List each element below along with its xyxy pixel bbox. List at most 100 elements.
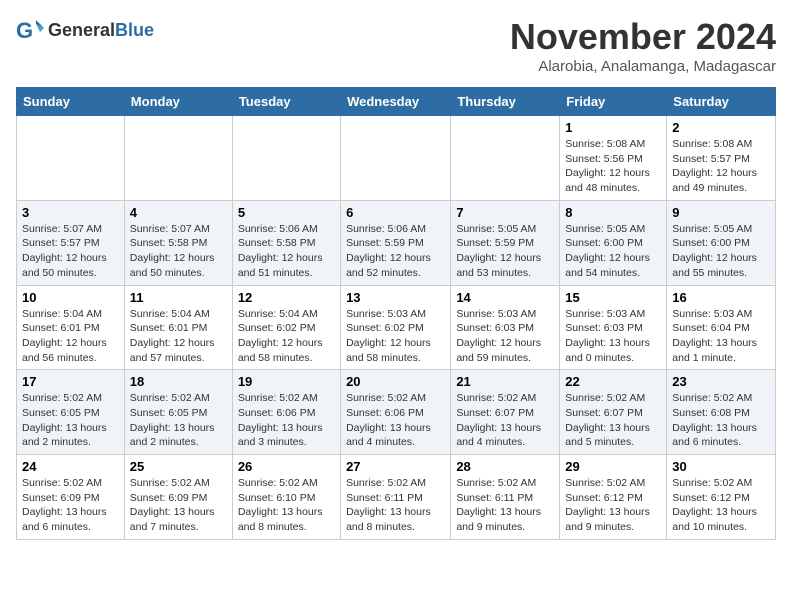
location-title: Alarobia, Analamanga, Madagascar xyxy=(510,58,776,75)
header: G GeneralBlue November 2024 Alarobia, An… xyxy=(16,16,776,75)
calendar-cell: 5Sunrise: 5:06 AM Sunset: 5:58 PM Daylig… xyxy=(232,200,340,285)
day-number: 19 xyxy=(238,374,335,389)
calendar-cell: 22 Sunrise: 5:02 AM Sunset: 6:07 PM Dayli… xyxy=(560,370,667,455)
day-info: Sunrise: 5:05 AM Sunset: 5:59 PM Dayligh… xyxy=(456,222,554,281)
calendar-cell: 17Sunrise: 5:02 AM Sunset: 6:05 PM Dayli… xyxy=(17,370,125,455)
day-info: Sunrise: 5:02 AM Sunset: 6:06 PM Dayligh… xyxy=(238,391,335,450)
calendar-cell: 21Sunrise: 5:02 AM Sunset: 6:07 PM Dayli… xyxy=(451,370,560,455)
day-number: 25 xyxy=(130,459,227,474)
day-number: 27 xyxy=(346,459,445,474)
day-info: Sunrise: 5:03 AM Sunset: 6:04 PM Dayligh… xyxy=(672,307,770,366)
day-info: Sunrise: 5:02 AM Sunset: 6:08 PM Dayligh… xyxy=(672,391,770,450)
calendar-cell: 8 Sunrise: 5:05 AM Sunset: 6:00 PM Daylig… xyxy=(560,200,667,285)
day-info: Sunrise: 5:02 AM Sunset: 6:10 PM Dayligh… xyxy=(238,476,335,535)
calendar-cell: 25 Sunrise: 5:02 AM Sunset: 6:09 PM Dayli… xyxy=(124,455,232,540)
day-info: Sunrise: 5:02 AM Sunset: 6:05 PM Dayligh… xyxy=(130,391,227,450)
calendar-week-2: 3Sunrise: 5:07 AM Sunset: 5:57 PM Daylig… xyxy=(17,200,776,285)
calendar-cell: 24Sunrise: 5:02 AM Sunset: 6:09 PM Dayli… xyxy=(17,455,125,540)
day-info: Sunrise: 5:02 AM Sunset: 6:12 PM Dayligh… xyxy=(565,476,661,535)
day-number: 14 xyxy=(456,290,554,305)
day-number: 7 xyxy=(456,205,554,220)
day-number: 5 xyxy=(238,205,335,220)
day-number: 28 xyxy=(456,459,554,474)
day-number: 23 xyxy=(672,374,770,389)
day-number: 26 xyxy=(238,459,335,474)
day-info: Sunrise: 5:02 AM Sunset: 6:11 PM Dayligh… xyxy=(456,476,554,535)
day-number: 1 xyxy=(565,120,661,135)
day-info: Sunrise: 5:02 AM Sunset: 6:12 PM Dayligh… xyxy=(672,476,770,535)
weekday-header-wednesday: Wednesday xyxy=(341,88,451,116)
weekday-header-thursday: Thursday xyxy=(451,88,560,116)
day-number: 13 xyxy=(346,290,445,305)
weekday-header-friday: Friday xyxy=(560,88,667,116)
day-info: Sunrise: 5:07 AM Sunset: 5:58 PM Dayligh… xyxy=(130,222,227,281)
weekday-header-saturday: Saturday xyxy=(667,88,776,116)
calendar-cell: 19 Sunrise: 5:02 AM Sunset: 6:06 PM Dayli… xyxy=(232,370,340,455)
calendar-week-1: 1 Sunrise: 5:08 AM Sunset: 5:56 PM Daylig… xyxy=(17,116,776,201)
calendar-cell: 13 Sunrise: 5:03 AM Sunset: 6:02 PM Dayli… xyxy=(341,285,451,370)
calendar-cell: 14 Sunrise: 5:03 AM Sunset: 6:03 PM Dayli… xyxy=(451,285,560,370)
calendar-cell xyxy=(232,116,340,201)
calendar-week-4: 17 Sunrise: 5:02 AM Sunset: 6:05 PM Dayli… xyxy=(17,370,776,455)
day-info: Sunrise: 5:04 AM Sunset: 6:02 PM Dayligh… xyxy=(238,307,335,366)
day-number: 4 xyxy=(130,205,227,220)
day-info: Sunrise: 5:06 AM Sunset: 5:59 PM Dayligh… xyxy=(346,222,445,281)
calendar-cell: 20 Sunrise: 5:02 AM Sunset: 6:06 PM Dayli… xyxy=(341,370,451,455)
day-info: Sunrise: 5:02 AM Sunset: 6:09 PM Dayligh… xyxy=(130,476,227,535)
calendar-cell: 2 Sunrise: 5:08 AM Sunset: 5:57 PM Daylig… xyxy=(667,116,776,201)
calendar-cell xyxy=(124,116,232,201)
day-number: 12 xyxy=(238,290,335,305)
day-info: Sunrise: 5:08 AM Sunset: 5:56 PM Dayligh… xyxy=(565,137,661,196)
day-number: 10 xyxy=(22,290,119,305)
day-number: 2 xyxy=(672,120,770,135)
day-number: 21 xyxy=(456,374,554,389)
calendar-body: 1 Sunrise: 5:08 AM Sunset: 5:56 PM Daylig… xyxy=(17,116,776,540)
day-info: Sunrise: 5:04 AM Sunset: 6:01 PM Dayligh… xyxy=(22,307,119,366)
day-number: 17 xyxy=(22,374,119,389)
month-title: November 2024 xyxy=(510,16,776,58)
day-info: Sunrise: 5:03 AM Sunset: 6:02 PM Dayligh… xyxy=(346,307,445,366)
day-number: 30 xyxy=(672,459,770,474)
day-info: Sunrise: 5:02 AM Sunset: 6:06 PM Dayligh… xyxy=(346,391,445,450)
day-number: 15 xyxy=(565,290,661,305)
calendar-cell: 30 Sunrise: 5:02 AM Sunset: 6:12 PM Dayli… xyxy=(667,455,776,540)
day-info: Sunrise: 5:02 AM Sunset: 6:09 PM Dayligh… xyxy=(22,476,119,535)
calendar-cell: 16 Sunrise: 5:03 AM Sunset: 6:04 PM Dayli… xyxy=(667,285,776,370)
day-number: 6 xyxy=(346,205,445,220)
logo-blue: Blue xyxy=(115,20,154,40)
day-number: 16 xyxy=(672,290,770,305)
calendar-cell: 12 Sunrise: 5:04 AM Sunset: 6:02 PM Dayli… xyxy=(232,285,340,370)
day-number: 20 xyxy=(346,374,445,389)
day-number: 8 xyxy=(565,205,661,220)
calendar-cell: 11Sunrise: 5:04 AM Sunset: 6:01 PM Dayli… xyxy=(124,285,232,370)
calendar-cell: 1 Sunrise: 5:08 AM Sunset: 5:56 PM Daylig… xyxy=(560,116,667,201)
logo: G GeneralBlue xyxy=(16,16,154,44)
logo-icon: G xyxy=(16,16,44,44)
day-info: Sunrise: 5:05 AM Sunset: 6:00 PM Dayligh… xyxy=(565,222,661,281)
day-info: Sunrise: 5:07 AM Sunset: 5:57 PM Dayligh… xyxy=(22,222,119,281)
weekday-header-sunday: Sunday xyxy=(17,88,125,116)
day-info: Sunrise: 5:05 AM Sunset: 6:00 PM Dayligh… xyxy=(672,222,770,281)
calendar-cell: 4 Sunrise: 5:07 AM Sunset: 5:58 PM Daylig… xyxy=(124,200,232,285)
calendar-cell: 10 Sunrise: 5:04 AM Sunset: 6:01 PM Dayli… xyxy=(17,285,125,370)
calendar-cell: 26 Sunrise: 5:02 AM Sunset: 6:10 PM Dayli… xyxy=(232,455,340,540)
day-info: Sunrise: 5:08 AM Sunset: 5:57 PM Dayligh… xyxy=(672,137,770,196)
calendar-cell xyxy=(17,116,125,201)
day-number: 22 xyxy=(565,374,661,389)
svg-text:G: G xyxy=(16,18,33,43)
calendar-cell: 18 Sunrise: 5:02 AM Sunset: 6:05 PM Dayli… xyxy=(124,370,232,455)
weekday-header-tuesday: Tuesday xyxy=(232,88,340,116)
day-info: Sunrise: 5:03 AM Sunset: 6:03 PM Dayligh… xyxy=(456,307,554,366)
day-info: Sunrise: 5:03 AM Sunset: 6:03 PM Dayligh… xyxy=(565,307,661,366)
calendar-cell: 23 Sunrise: 5:02 AM Sunset: 6:08 PM Dayli… xyxy=(667,370,776,455)
day-info: Sunrise: 5:02 AM Sunset: 6:07 PM Dayligh… xyxy=(565,391,661,450)
calendar-cell: 27Sunrise: 5:02 AM Sunset: 6:11 PM Dayli… xyxy=(341,455,451,540)
title-section: November 2024 Alarobia, Analamanga, Mada… xyxy=(510,16,776,75)
calendar-cell xyxy=(341,116,451,201)
day-info: Sunrise: 5:04 AM Sunset: 6:01 PM Dayligh… xyxy=(130,307,227,366)
calendar-cell: 29Sunrise: 5:02 AM Sunset: 6:12 PM Dayli… xyxy=(560,455,667,540)
day-number: 9 xyxy=(672,205,770,220)
calendar-cell: 3Sunrise: 5:07 AM Sunset: 5:57 PM Daylig… xyxy=(17,200,125,285)
calendar-cell: 28 Sunrise: 5:02 AM Sunset: 6:11 PM Dayli… xyxy=(451,455,560,540)
day-number: 18 xyxy=(130,374,227,389)
